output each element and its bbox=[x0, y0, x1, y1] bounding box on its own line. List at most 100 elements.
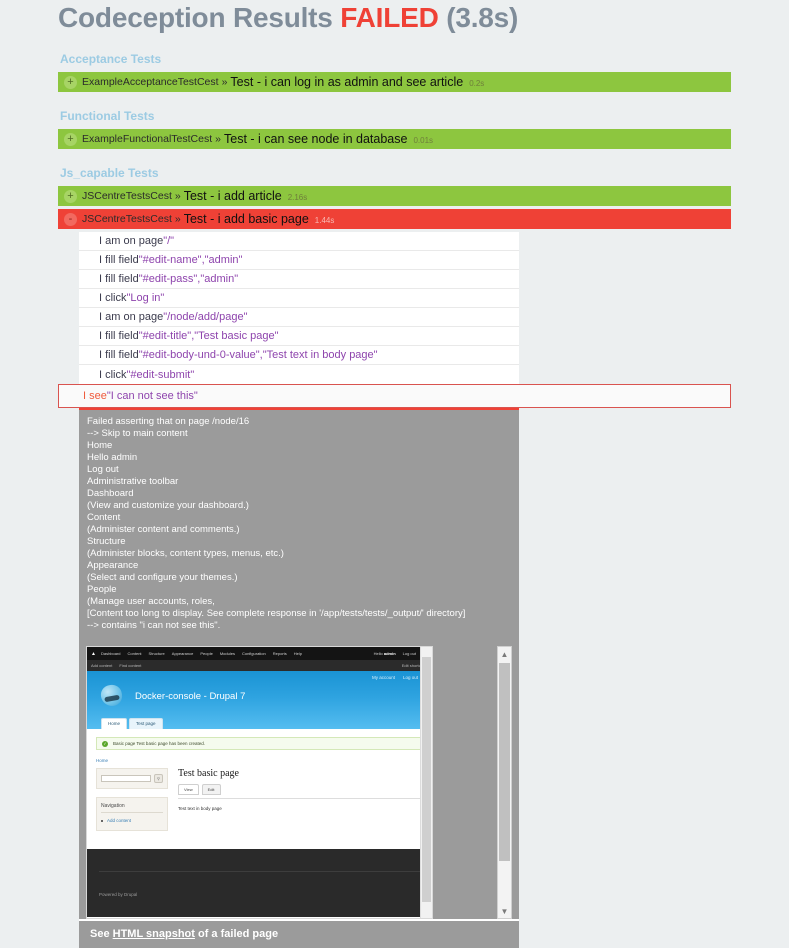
failure-line: --> contains "i can not see this". bbox=[87, 620, 221, 631]
iframe-scrollbar[interactable] bbox=[420, 647, 432, 918]
failure-line: Administrative toolbar bbox=[87, 476, 179, 487]
scroll-up-icon[interactable]: ▲ bbox=[498, 647, 511, 661]
status-badge: FAILED bbox=[340, 2, 439, 33]
scroll-down-icon[interactable]: ▼ bbox=[498, 904, 511, 918]
sidebar-first: ⚲ Navigation Add content bbox=[96, 768, 168, 831]
test-separator: » bbox=[174, 190, 181, 202]
toggle-icon[interactable]: + bbox=[64, 75, 77, 89]
footer-divider bbox=[99, 871, 420, 872]
screenshot-scrollbar-thumb[interactable] bbox=[499, 663, 510, 861]
toolbar-item[interactable]: People bbox=[200, 651, 212, 656]
test-duration: 0.2s bbox=[469, 78, 485, 88]
toggle-icon[interactable]: + bbox=[64, 132, 77, 146]
test-name: Test - i can log in as admin and see art… bbox=[230, 75, 464, 89]
test-row[interactable]: - JSCentreTestsCest» Test - i add basic pa… bbox=[58, 209, 731, 229]
toolbar-item[interactable]: Configuration bbox=[242, 651, 266, 656]
suite-header: Functional Tests bbox=[60, 109, 155, 123]
logout-link[interactable]: Log out bbox=[403, 675, 418, 680]
check-icon: ✓ bbox=[102, 740, 108, 747]
status-message-text: Basic page Test basic page has been crea… bbox=[113, 741, 205, 746]
step-action: I fill field bbox=[99, 273, 139, 285]
node-body: Test text in body page bbox=[178, 806, 222, 811]
primary-menu: Home Test page bbox=[101, 718, 163, 729]
step-argument: "#edit-name","admin" bbox=[138, 254, 243, 266]
node-tab-view[interactable]: View bbox=[178, 784, 199, 795]
failure-line: [Content too long to display. See comple… bbox=[87, 608, 466, 619]
step-argument: "#edit-body-und-0-value","Test text in b… bbox=[138, 349, 378, 361]
node-title: Test basic page bbox=[178, 768, 239, 779]
node-tabs: View Edit bbox=[178, 784, 423, 799]
step-argument: "/node/add/page" bbox=[163, 311, 248, 323]
html-snapshot-link[interactable]: HTML snapshot bbox=[113, 928, 195, 940]
drupal-shortcut-bar: Add content Find content Edit shortcuts bbox=[87, 660, 432, 671]
toolbar-item[interactable]: Structure bbox=[149, 651, 165, 656]
step-list: I am on page "/" I fill field "#edit-name… bbox=[79, 232, 519, 384]
failure-line: --> Skip to main content bbox=[87, 428, 188, 439]
failure-line: (Manage user accounts, roles, bbox=[87, 596, 215, 607]
step-action: I am on page bbox=[99, 311, 164, 323]
node-tab-edit[interactable]: Edit bbox=[201, 784, 221, 795]
test-class: JSCentreTestsCest bbox=[82, 190, 172, 202]
search-input[interactable] bbox=[101, 775, 151, 782]
toggle-icon[interactable]: - bbox=[64, 212, 77, 226]
toolbar-item[interactable]: Appearance bbox=[172, 651, 194, 656]
toolbar-item[interactable]: Modules bbox=[220, 651, 235, 656]
step-action: I am on page bbox=[99, 235, 164, 247]
nav-item-add-content[interactable]: Add content bbox=[101, 818, 163, 823]
menu-item-test-page[interactable]: Test page bbox=[129, 718, 163, 729]
step-argument: "/" bbox=[163, 235, 175, 247]
toolbar-item[interactable]: Reports bbox=[273, 651, 287, 656]
main-content: Test basic page View Edit Test text in b… bbox=[178, 768, 423, 831]
step-row: I click "Log in" bbox=[79, 289, 519, 308]
failure-line: Appearance bbox=[87, 560, 139, 571]
test-row[interactable]: + JSCentreTestsCest» Test - i add article 2… bbox=[58, 186, 731, 206]
test-duration: 0.01s bbox=[413, 135, 434, 145]
banner-user-links: My account Log out bbox=[372, 675, 418, 680]
toolbar-item[interactable]: Content bbox=[128, 651, 142, 656]
failure-line: Failed asserting that on page /node/16 bbox=[87, 416, 250, 427]
step-action: I fill field bbox=[99, 330, 139, 342]
toolbar-logout-link[interactable]: Log out bbox=[403, 651, 416, 656]
test-name: Test - i add article bbox=[183, 189, 282, 203]
test-class: JSCentreTestsCest bbox=[82, 213, 172, 225]
toolbar-item[interactable]: Help bbox=[294, 651, 302, 656]
test-separator: » bbox=[215, 133, 221, 145]
screenshot-iframe[interactable]: ▲ Dashboard Content Structure Appearance Peo… bbox=[86, 646, 433, 919]
suite-list: Acceptance Tests + ExampleAcceptanceTestCe… bbox=[58, 38, 731, 229]
navigation-block: Navigation Add content bbox=[96, 797, 168, 831]
failure-line: Home bbox=[87, 440, 113, 451]
shortcut-item[interactable]: Find content bbox=[119, 663, 141, 668]
test-row[interactable]: + ExampleAcceptanceTestCest» Test - i can … bbox=[58, 72, 731, 92]
test-name: Test - i can see node in database bbox=[224, 132, 408, 146]
failure-line: Dashboard bbox=[87, 488, 134, 499]
failure-line: (View and customize your dashboard.) bbox=[87, 500, 249, 511]
home-icon[interactable]: ▲ bbox=[91, 651, 96, 657]
test-class: ExampleAcceptanceTestCest bbox=[82, 76, 219, 88]
my-account-link[interactable]: My account bbox=[372, 675, 395, 680]
search-icon[interactable]: ⚲ bbox=[154, 774, 163, 783]
toolbar-item[interactable]: Dashboard bbox=[101, 651, 121, 656]
results-page: Codeception Results FAILED (3.8s) Accept… bbox=[0, 0, 789, 948]
drupal-site-banner: My account Log out Docker-console - Drup… bbox=[87, 671, 432, 729]
status-message: ✓ Basic page Test basic page has been cr… bbox=[96, 737, 423, 750]
step-action: I fill field bbox=[99, 254, 139, 266]
test-separator: » bbox=[221, 76, 228, 88]
step-action: I click bbox=[99, 368, 127, 381]
test-row[interactable]: + ExampleFunctionalTestCest» Test - i can … bbox=[58, 129, 731, 149]
step-row: I fill field "#edit-title","Test basic p… bbox=[79, 327, 519, 346]
shortcut-item[interactable]: Add content bbox=[91, 663, 112, 668]
toolbar-items: Dashboard Content Structure Appearance Peopl… bbox=[101, 651, 309, 656]
step-row: I fill field "#edit-body-und-0-value","T… bbox=[79, 346, 519, 365]
step-row: I fill field "#edit-pass","admin" bbox=[79, 270, 519, 289]
toggle-icon[interactable]: + bbox=[64, 189, 77, 203]
step-argument: "Log in" bbox=[126, 292, 165, 304]
failed-step-row[interactable]: I see "I can not see this" bbox=[58, 384, 731, 408]
step-row: I fill field "#edit-name","admin" bbox=[79, 251, 519, 270]
step-action: I click bbox=[99, 292, 127, 304]
screenshot-scrollbar[interactable]: ▲ ▼ bbox=[497, 646, 512, 919]
iframe-scrollbar-thumb[interactable] bbox=[422, 657, 431, 902]
step-row: I am on page "/" bbox=[79, 232, 519, 251]
breadcrumb[interactable]: Home bbox=[96, 758, 423, 763]
test-duration: 2.16s bbox=[287, 192, 308, 202]
menu-item-home[interactable]: Home bbox=[101, 718, 128, 729]
